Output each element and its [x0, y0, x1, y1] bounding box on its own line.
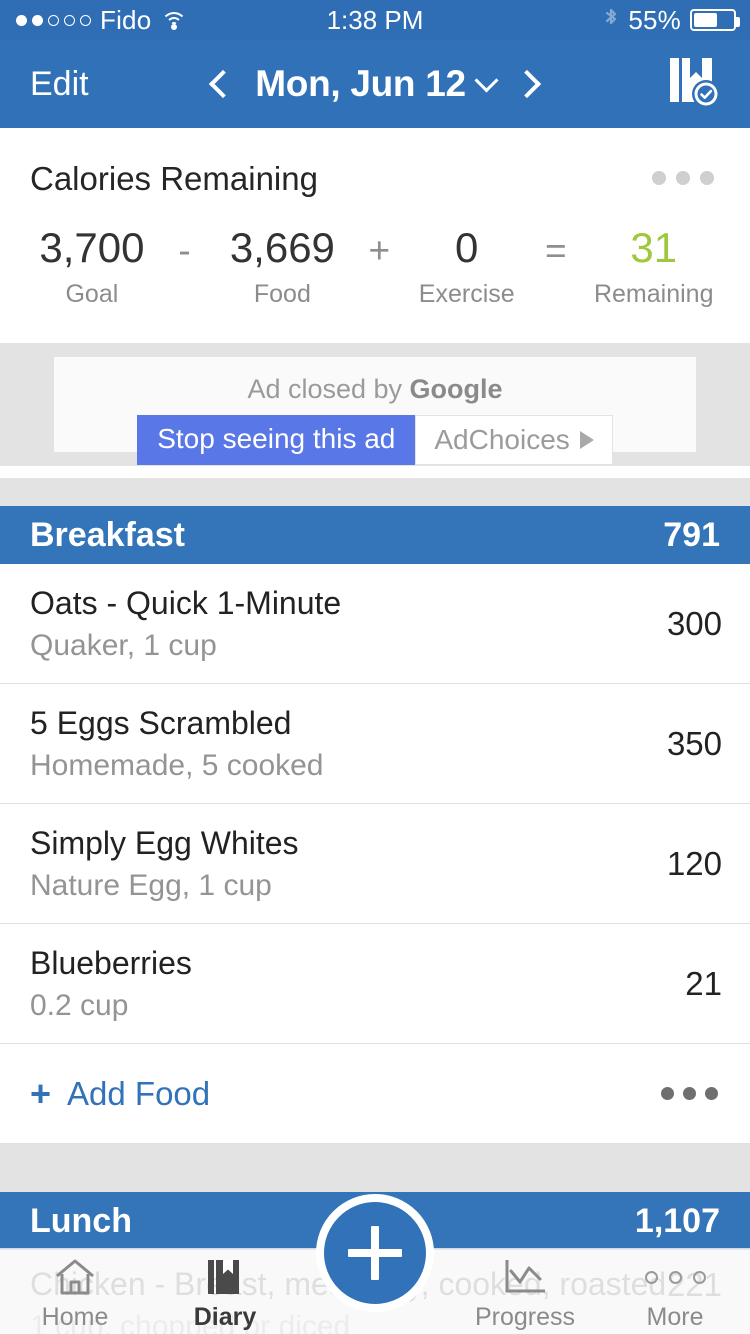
more-dots-icon [644, 1255, 706, 1299]
tab-label: Home [41, 1303, 109, 1331]
food-texts: Oats - Quick 1-Minute Quaker, 1 cup [30, 585, 341, 663]
exercise-label: Exercise [418, 280, 515, 309]
food-description: Homemade, 5 cooked [30, 748, 324, 782]
ad-buttons: Stop seeing this ad AdChoices [54, 415, 696, 465]
meal-calories-label: 1,107 [634, 1201, 720, 1240]
food-name: Simply Egg Whites [30, 824, 299, 861]
add-food-label: Add Food [67, 1074, 211, 1112]
food-row[interactable]: Oats - Quick 1-Minute Quaker, 1 cup 300 [0, 564, 750, 684]
food-texts: Blueberries 0.2 cup [30, 945, 192, 1023]
food-texts: 5 Eggs Scrambled Homemade, 5 cooked [30, 705, 324, 783]
food-name: Oats - Quick 1-Minute [30, 584, 342, 621]
meal-calories-label: 791 [663, 515, 720, 554]
stop-seeing-ad-button[interactable]: Stop seeing this ad [137, 415, 416, 465]
navigation-bar: Edit Mon, Jun 12 [0, 40, 750, 128]
complete-diary-button[interactable] [668, 54, 750, 115]
food-description: Quaker, 1 cup [30, 628, 217, 662]
minus-operator: - [178, 230, 191, 271]
tab-label: Progress [474, 1303, 576, 1331]
adchoices-button[interactable]: AdChoices [415, 415, 613, 465]
date-dropdown-button[interactable]: Mon, Jun 12 [255, 63, 499, 105]
battery-icon [690, 9, 740, 31]
calories-remaining-cell: 31 Remaining [579, 224, 728, 309]
food-row[interactable]: Simply Egg Whites Nature Egg, 1 cup 120 [0, 804, 750, 924]
tab-diary[interactable]: Diary [150, 1249, 300, 1332]
tab-label: Diary [193, 1303, 257, 1331]
calories-exercise-cell: 0 Exercise [401, 224, 532, 309]
google-brand-label: Google [409, 374, 503, 404]
goal-value: 3,700 [39, 224, 145, 271]
food-description: 0.2 cup [30, 988, 129, 1022]
food-calories: 120 [666, 844, 722, 882]
chevron-down-icon [474, 67, 499, 93]
progress-chart-icon [502, 1255, 548, 1299]
calories-remaining-panel: Calories Remaining 3,700 Goal - 3,669 Fo… [0, 128, 750, 343]
plus-operator: + [368, 230, 391, 271]
food-label: Food [253, 280, 311, 309]
tab-progress[interactable]: Progress [450, 1249, 600, 1332]
exercise-value: 0 [455, 224, 479, 271]
ad-closed-card: Ad closed by Google Stop seeing this ad … [54, 357, 696, 465]
chevron-right-icon[interactable] [512, 69, 541, 99]
diary-book-icon [205, 1255, 245, 1299]
adchoices-triangle-icon [579, 431, 594, 449]
bluetooth-icon [603, 8, 619, 32]
home-icon [53, 1255, 97, 1299]
chevron-left-icon[interactable] [209, 69, 238, 99]
ad-closed-label: Ad closed by Google [54, 357, 696, 405]
tab-more[interactable]: More [600, 1249, 750, 1332]
calories-panel-title: Calories Remaining [30, 160, 318, 197]
meal-name-label: Breakfast [30, 515, 185, 554]
calories-equation: 3,700 Goal - 3,669 Food + 0 Exercise = 3… [0, 224, 750, 309]
date-navigator: Mon, Jun 12 [0, 63, 750, 105]
food-calories: 350 [666, 724, 722, 762]
food-row[interactable]: Blueberries 0.2 cup 21 [0, 924, 750, 1044]
date-label: Mon, Jun 12 [255, 63, 466, 104]
food-name: Blueberries [30, 944, 192, 981]
remaining-label: Remaining [593, 280, 714, 309]
ad-closed-prefix: Ad closed by [247, 374, 410, 404]
diary-check-icon [668, 54, 722, 115]
section-spacer-white [0, 466, 750, 478]
calories-goal-cell: 3,700 Goal [22, 224, 162, 309]
food-texts: Simply Egg Whites Nature Egg, 1 cup [30, 825, 299, 903]
goal-label: Goal [65, 280, 119, 309]
section-spacer-gray [0, 478, 750, 506]
calories-overflow-menu-icon[interactable] [652, 171, 714, 185]
food-description: Nature Egg, 1 cup [30, 868, 272, 902]
remaining-value: 31 [630, 224, 678, 271]
edit-button[interactable]: Edit [0, 65, 89, 104]
status-bar: Fido 1:38 PM 55% [0, 0, 750, 40]
food-row[interactable]: 5 Eggs Scrambled Homemade, 5 cooked 350 [0, 684, 750, 804]
mfp-diary-screen: Fido 1:38 PM 55% Edit Mon, Jun 12 Calori… [0, 0, 750, 1334]
tab-label: More [646, 1303, 704, 1331]
food-calories: 300 [666, 604, 722, 642]
plus-icon: + [30, 1072, 52, 1114]
meal-overflow-menu-icon[interactable] [661, 1087, 718, 1100]
food-calories: 21 [685, 964, 722, 1002]
equals-operator: = [545, 230, 567, 271]
food-name: 5 Eggs Scrambled [30, 704, 292, 741]
calories-food-cell: 3,669 Food [207, 224, 357, 309]
add-food-row: + Add Food [0, 1044, 750, 1144]
tab-home[interactable]: Home [0, 1249, 150, 1332]
adchoices-label: AdChoices [434, 424, 570, 455]
food-value: 3,669 [229, 224, 335, 271]
status-bar-clock: 1:38 PM [326, 4, 424, 35]
add-food-button[interactable]: + Add Food [30, 1075, 210, 1113]
section-spacer-gray [0, 1144, 750, 1192]
advertisement-banner: Ad closed by Google Stop seeing this ad … [0, 343, 750, 466]
meal-header-breakfast[interactable]: Breakfast 791 [0, 506, 750, 564]
meal-name-label: Lunch [30, 1201, 132, 1240]
add-entry-fab[interactable] [316, 1194, 434, 1312]
